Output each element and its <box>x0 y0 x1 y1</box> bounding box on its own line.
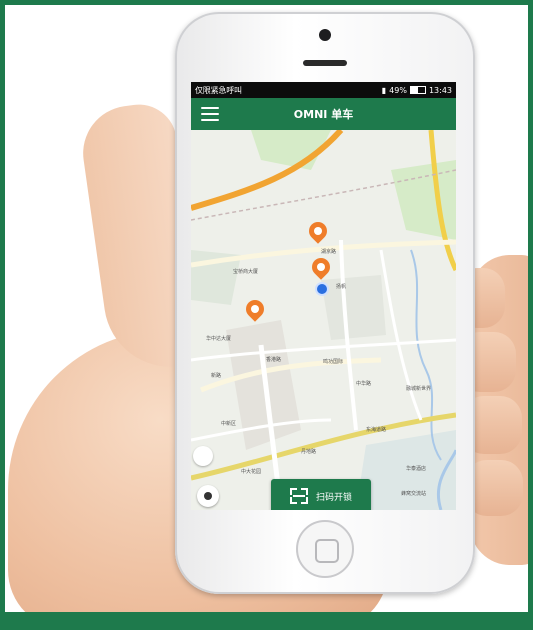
locate-icon[interactable] <box>197 485 219 507</box>
home-button[interactable] <box>296 520 354 578</box>
map-label: 鸣功国际 <box>323 359 344 365</box>
scan-icon <box>289 488 308 504</box>
front-camera <box>319 29 331 41</box>
map-label: 东海道路 <box>366 427 387 433</box>
map-label: 扬帆 <box>336 284 347 290</box>
bike-pin[interactable] <box>305 218 331 246</box>
map-label: 中新区 <box>221 421 237 427</box>
earpiece-speaker <box>303 60 347 66</box>
battery-percent: 49% <box>389 85 407 95</box>
status-time: 13:43 <box>428 85 452 95</box>
compass-icon[interactable] <box>193 446 213 466</box>
user-location-dot <box>315 282 329 296</box>
map-canvas <box>191 130 456 510</box>
phone-body: 仅限紧急呼叫 ▮ 49% 13:43 OMNI 单车 宝桥商大厦 湖京路 华中达… <box>175 12 475 594</box>
bottom-border-bar <box>0 612 533 630</box>
phone-screen: 仅限紧急呼叫 ▮ 49% 13:43 OMNI 单车 宝桥商大厦 湖京路 华中达… <box>191 82 456 510</box>
carrier-status: 仅限紧急呼叫 <box>195 85 242 95</box>
map-label: 融城新世界 <box>406 386 432 392</box>
map-label: 湖京路 <box>321 249 337 255</box>
status-bar: 仅限紧急呼叫 ▮ 49% 13:43 <box>191 82 456 98</box>
map-label: 华中达大厦 <box>206 336 232 342</box>
hamburger-menu-icon[interactable] <box>201 107 219 121</box>
block-area <box>321 275 386 340</box>
map-label: 宝桥商大厦 <box>233 269 259 275</box>
bike-pin[interactable] <box>308 254 334 282</box>
bike-pin[interactable] <box>242 296 268 324</box>
map-label: 中大花园 <box>241 469 262 475</box>
battery-icon <box>409 86 426 94</box>
app-header: OMNI 单车 <box>191 98 456 130</box>
scan-unlock-button[interactable]: 扫码开锁 <box>271 479 371 510</box>
scan-unlock-label: 扫码开锁 <box>315 492 352 503</box>
signal-icon: ▮ <box>381 85 387 95</box>
map-label: 华泰酒店 <box>406 466 427 472</box>
map-label: 蜂窝交流站 <box>401 491 427 497</box>
map-label: 丹地路 <box>301 449 317 455</box>
app-title: OMNI 单车 <box>293 108 354 121</box>
map-label: 香港路 <box>266 357 282 363</box>
map-view[interactable]: 宝桥商大厦 湖京路 华中达大厦 香港路 鸣功国际 新路 中华路 丹地路 中大花园… <box>191 130 456 510</box>
map-label: 新路 <box>211 373 222 379</box>
map-label: 中华路 <box>356 381 372 387</box>
